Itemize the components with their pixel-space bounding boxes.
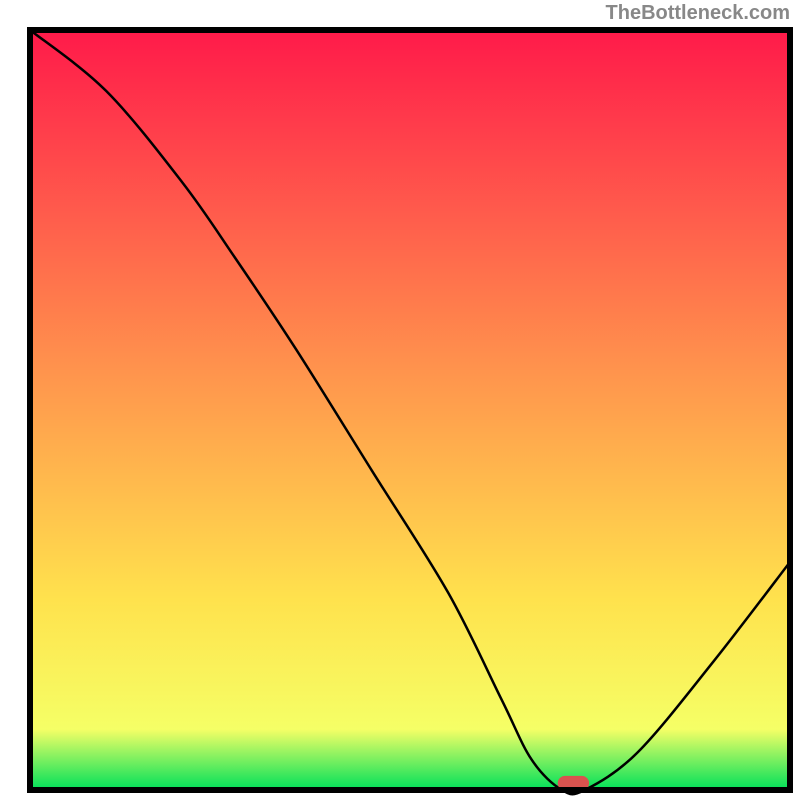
gradient-background — [30, 30, 790, 790]
bottleneck-chart: TheBottleneck.com — [0, 0, 800, 800]
chart-svg — [0, 0, 800, 800]
watermark-text: TheBottleneck.com — [606, 2, 790, 25]
